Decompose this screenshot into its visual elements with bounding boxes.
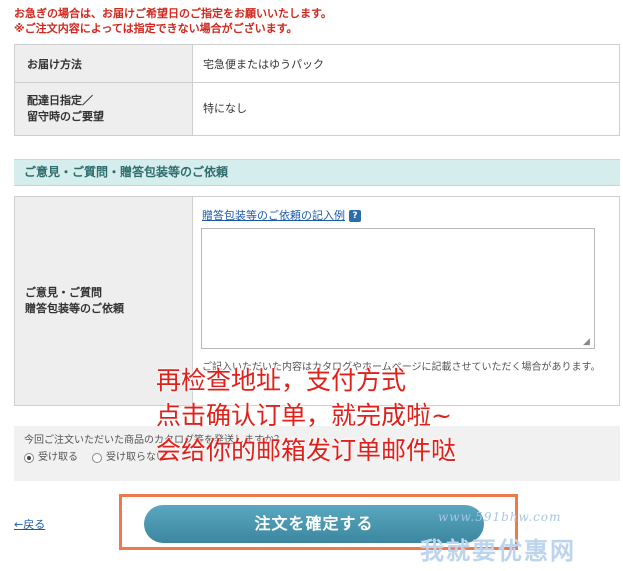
delivery-method-label: お届け方法 — [14, 44, 193, 83]
delivery-info-table: お届け方法 宅急便またはゆうパック 配達日指定／ 留守時のご要望 特になし — [14, 44, 620, 136]
delivery-method-value: 宅急便またはゆうパック — [192, 44, 620, 83]
notice-line-2: ※ご注文内容によっては指定できない場合がございます。 — [14, 22, 298, 35]
watermark-url: www.591bhw.com — [438, 510, 562, 524]
annotation-line-2: 点击确认订单，就完成啦~ — [156, 401, 452, 430]
comments-label-line2: 贈答包装等のご依頼 — [25, 302, 124, 315]
radio-checked-icon[interactable] — [24, 453, 34, 463]
gift-wrapping-example-link[interactable]: 贈答包装等のご依頼の記入例? — [202, 207, 361, 223]
comments-note-line2: 場合があります。 — [521, 362, 601, 373]
gift-wrapping-example-text[interactable]: 贈答包装等のご依頼の記入例 — [202, 209, 345, 222]
annotation-line-3: 会给你的邮箱发订单邮件哒 — [156, 436, 457, 465]
watermark-site: 我就要优惠网 — [420, 537, 576, 565]
comments-textarea[interactable] — [201, 228, 595, 349]
comments-section-title: ご意見・ご質問・贈答包装等のご依頼 — [14, 159, 620, 186]
catalog-decline-option[interactable]: 受け取らない — [92, 451, 166, 465]
delivery-date-label-line2: 留守時のご要望 — [27, 110, 104, 123]
delivery-date-label-line1: 配達日指定／ — [27, 94, 93, 107]
back-link[interactable]: ←戻る — [14, 516, 45, 532]
delivery-method-row: お届け方法 宅急便またはゆうパック — [14, 44, 620, 83]
catalog-receive-label[interactable]: 受け取る — [38, 451, 78, 465]
delivery-date-row: 配達日指定／ 留守時のご要望 特になし — [14, 82, 620, 136]
annotation-line-1: 再检查地址，支付方式 — [156, 366, 407, 395]
catalog-receive-option[interactable]: 受け取る — [24, 451, 78, 465]
notice-line-1: お急ぎの場合は、お届けご希望日のご指定をお願いいたします。 — [14, 7, 332, 20]
delivery-date-label: 配達日指定／ 留守時のご要望 — [14, 82, 193, 136]
resize-grip-icon[interactable]: ◢ — [583, 337, 593, 347]
radio-unchecked-icon[interactable] — [92, 453, 102, 463]
delivery-date-value: 特になし — [192, 82, 620, 136]
comments-label-line1: ご意見・ご質問 — [25, 286, 102, 299]
help-icon[interactable]: ? — [349, 210, 361, 222]
delivery-notice: お急ぎの場合は、お届けご希望日のご指定をお願いいたします。 ※ご注文内容によって… — [14, 6, 332, 36]
